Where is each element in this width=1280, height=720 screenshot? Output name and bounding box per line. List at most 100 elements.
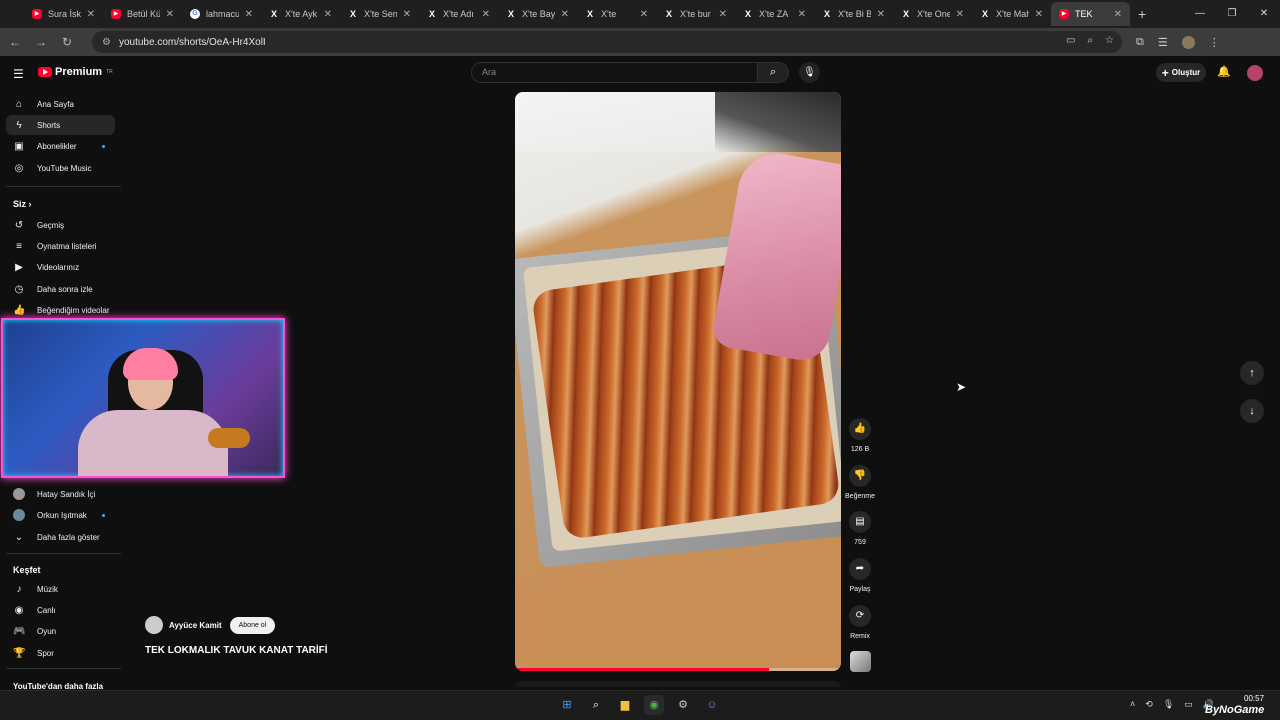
video-progress-bar[interactable] bbox=[515, 668, 841, 671]
browser-tab[interactable]: X X'te Mah ✕ bbox=[972, 2, 1051, 26]
browser-tab[interactable]: X X'te Ayk ✕ bbox=[261, 2, 340, 26]
sidebar-item-home[interactable]: ⌂ Ana Sayfa bbox=[6, 94, 115, 114]
account-avatar[interactable] bbox=[1247, 65, 1263, 81]
sidebar-item-shorts[interactable]: ϟ Shorts bbox=[6, 115, 115, 135]
minimize-icon[interactable]: — bbox=[1184, 0, 1216, 28]
browser-menu-icon[interactable]: ⋮ bbox=[1209, 36, 1220, 49]
zoom-icon[interactable]: ⌕ bbox=[1087, 35, 1093, 46]
explore-heading: Keşfet bbox=[13, 565, 41, 575]
tab-close-icon[interactable]: ✕ bbox=[482, 9, 490, 20]
logo-text: Premium bbox=[55, 66, 103, 78]
browser-tab[interactable]: X X'te Adı ✕ bbox=[419, 2, 498, 26]
sidebar-item-watch-later[interactable]: ◷ Daha sonra izle bbox=[6, 279, 115, 299]
notifications-bell-icon[interactable]: 🔔 bbox=[1217, 65, 1231, 78]
browser-tab[interactable]: X X'te ✕ bbox=[577, 2, 656, 26]
sidebar-channel-orkun[interactable]: Orkun Işıtmak bbox=[6, 505, 115, 525]
tab-close-icon[interactable]: ✕ bbox=[877, 9, 885, 20]
share-button[interactable]: ➦ Paylaş bbox=[845, 558, 875, 593]
create-label: Oluştur bbox=[1171, 68, 1201, 77]
new-tab-button[interactable]: + bbox=[1138, 6, 1146, 22]
bookmark-star-icon[interactable]: ☆ bbox=[1105, 35, 1114, 46]
tab-close-icon[interactable]: ✕ bbox=[1114, 9, 1122, 20]
tab-close-icon[interactable]: ✕ bbox=[87, 9, 95, 20]
tab-close-icon[interactable]: ✕ bbox=[561, 9, 569, 20]
search-icon[interactable]: ⌕ bbox=[586, 695, 606, 715]
dislike-button[interactable]: 👎 Beğenme bbox=[845, 465, 875, 500]
subscribe-button[interactable]: Abone ol bbox=[229, 616, 276, 634]
search-button[interactable]: ⌕ bbox=[757, 62, 789, 83]
app-icon[interactable]: ⚙ bbox=[673, 695, 693, 715]
previous-short-button[interactable]: ↑ bbox=[1240, 361, 1264, 385]
sidebar-item-your-videos[interactable]: ▶ Videolarınız bbox=[6, 257, 115, 277]
you-section-heading[interactable]: Siz › bbox=[13, 199, 32, 209]
network-icon[interactable]: ▭ bbox=[1184, 699, 1193, 710]
like-button[interactable]: 👍 126 B bbox=[845, 418, 875, 453]
close-window-icon[interactable]: ✕ bbox=[1248, 0, 1280, 28]
browser-tab[interactable]: X X'te Bay ✕ bbox=[498, 2, 577, 26]
address-bar[interactable]: ⚙ youtube.com/shorts/OeA-Hr4XolI ▭ ⌕ ☆ bbox=[92, 31, 1122, 53]
tab-close-icon[interactable]: ✕ bbox=[1035, 9, 1043, 20]
sidebar-item-gaming[interactable]: 🎮 Oyun bbox=[6, 621, 115, 641]
channel-avatar[interactable] bbox=[145, 616, 163, 634]
tab-close-icon[interactable]: ✕ bbox=[324, 9, 332, 20]
reload-icon[interactable]: ↻ bbox=[56, 35, 78, 49]
sidebar-item-liked-videos[interactable]: 👍 Beğendiğim videolar bbox=[6, 300, 115, 320]
profile-avatar[interactable] bbox=[1181, 35, 1195, 49]
youtube-premium-logo[interactable]: Premium TR bbox=[38, 66, 113, 78]
reading-list-icon[interactable]: ☰ bbox=[1158, 36, 1168, 49]
tab-close-icon[interactable]: ✕ bbox=[640, 9, 648, 20]
clock[interactable]: 00:57 bbox=[1244, 694, 1264, 703]
sidebar-channel-hatay[interactable]: Hatay Sandık İçi bbox=[6, 484, 115, 504]
back-icon[interactable]: ← bbox=[4, 35, 26, 49]
short-video-player[interactable] bbox=[515, 92, 841, 671]
chrome-icon[interactable]: ◉ bbox=[644, 695, 664, 715]
cast-icon[interactable]: ▭ bbox=[1066, 35, 1075, 46]
sidebar-item-sports[interactable]: 🏆 Spor bbox=[6, 643, 115, 663]
create-button[interactable]: + Oluştur bbox=[1156, 63, 1206, 82]
windows-start-icon[interactable]: ⊞ bbox=[557, 695, 577, 715]
browser-tab[interactable]: ▶ Betül Kü ✕ bbox=[103, 2, 182, 26]
tab-close-icon[interactable]: ✕ bbox=[166, 9, 174, 20]
sidebar-item-music[interactable]: ♪ Müzik bbox=[6, 579, 115, 599]
tab-close-icon[interactable]: ✕ bbox=[403, 9, 411, 20]
browser-tab[interactable]: X X'te Bi B ✕ bbox=[814, 2, 893, 26]
restore-icon[interactable]: ❐ bbox=[1216, 0, 1248, 28]
sidebar-item-subscriptions[interactable]: ▣ Abonelikler bbox=[6, 136, 115, 156]
show-more-button[interactable]: ⌄ Daha fazla göster bbox=[6, 527, 115, 547]
browser-tab[interactable]: X X'te ZA ✕ bbox=[735, 2, 814, 26]
sidebar-item-youtube-music[interactable]: ◎ YouTube Music bbox=[6, 158, 115, 178]
tab-title: X'te One bbox=[917, 9, 950, 19]
share-label: Paylaş bbox=[849, 586, 871, 593]
mic-tray-icon[interactable]: 🎙 bbox=[1163, 699, 1174, 710]
voice-search-button[interactable]: 🎙 bbox=[799, 62, 820, 83]
browser-tab[interactable]: X X'te One ✕ bbox=[893, 2, 972, 26]
browser-tab[interactable]: Glahmacu ✕ bbox=[182, 2, 261, 26]
discord-icon[interactable]: ☺ bbox=[702, 695, 722, 715]
extensions-icon[interactable]: ⧉ bbox=[1136, 36, 1144, 49]
browser-tab[interactable]: ▶ TEK ✕ bbox=[1051, 2, 1130, 26]
sync-icon[interactable]: ⟲ bbox=[1145, 699, 1153, 710]
browser-tab[interactable]: X X'te Sen ✕ bbox=[340, 2, 419, 26]
tab-close-icon[interactable]: ✕ bbox=[798, 9, 806, 20]
tab-close-icon[interactable]: ✕ bbox=[719, 9, 727, 20]
chevron-up-icon[interactable]: ˄ bbox=[1130, 699, 1135, 710]
sound-thumbnail[interactable] bbox=[850, 651, 871, 672]
channel-name[interactable]: Ayyüce Kamit bbox=[169, 621, 222, 630]
sidebar-item-history[interactable]: ↺ Geçmiş bbox=[6, 215, 115, 235]
site-info-icon[interactable]: ⚙ bbox=[102, 37, 111, 48]
subscriptions-icon: ▣ bbox=[14, 140, 24, 152]
hamburger-menu-icon[interactable]: ☰ bbox=[13, 67, 24, 81]
browser-tab[interactable]: ▶ Sura İska ✕ bbox=[24, 2, 103, 26]
comments-button[interactable]: ▤ 759 bbox=[845, 511, 875, 546]
search-input[interactable]: Ara bbox=[471, 62, 759, 83]
remix-button[interactable]: ⟳ Remix bbox=[845, 605, 875, 640]
file-explorer-icon[interactable]: ▆ bbox=[615, 695, 635, 715]
browser-tab[interactable]: X X'te bur ✕ bbox=[656, 2, 735, 26]
forward-icon[interactable]: → bbox=[30, 35, 52, 49]
tab-close-icon[interactable]: ✕ bbox=[245, 9, 253, 20]
next-short-button[interactable]: ↓ bbox=[1240, 399, 1264, 423]
tab-close-icon[interactable]: ✕ bbox=[956, 9, 964, 20]
x-icon: X bbox=[902, 9, 909, 19]
sidebar-item-playlists[interactable]: ≡ Oynatma listeleri bbox=[6, 236, 115, 256]
sidebar-item-live[interactable]: ◉ Canlı bbox=[6, 600, 115, 620]
